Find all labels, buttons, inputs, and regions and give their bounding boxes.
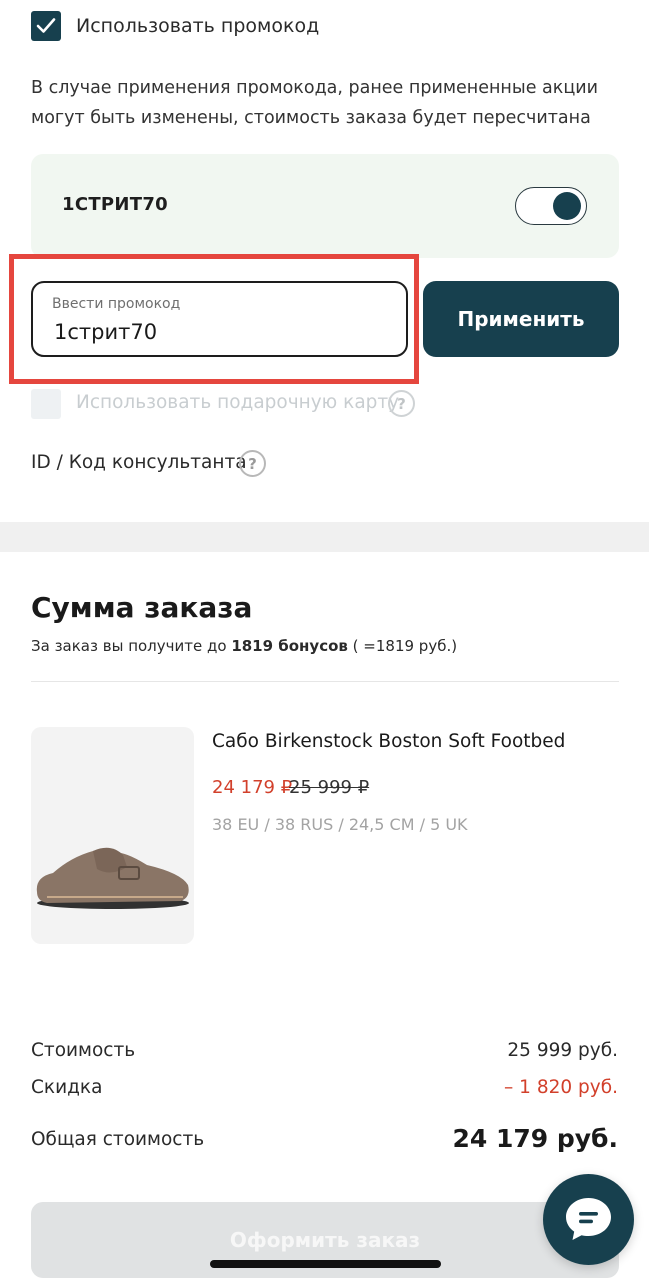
apply-promo-button[interactable]: Применить	[423, 281, 619, 357]
discount-label: Скидка	[31, 1077, 103, 1098]
product-price-old: 25 999 ₽	[289, 777, 370, 798]
discount-value: – 1 820 руб.	[504, 1077, 618, 1098]
chat-button[interactable]	[543, 1174, 634, 1265]
use-promo-checkbox[interactable]	[31, 11, 61, 41]
order-summary-title: Сумма заказа	[31, 591, 253, 624]
gift-card-help-icon[interactable]: ?	[388, 390, 415, 417]
home-indicator	[210, 1260, 441, 1268]
promo-code-input[interactable]	[54, 320, 374, 344]
toggle-knob	[553, 192, 581, 220]
bonus-info: За заказ вы получите до 1819 бонусов ( =…	[31, 637, 457, 655]
promo-code-field[interactable]: Ввести промокод	[31, 281, 408, 357]
total-value: 24 179 руб.	[452, 1124, 618, 1153]
section-divider	[0, 522, 649, 552]
gift-card-checkbox[interactable]	[31, 389, 61, 419]
use-promo-label[interactable]: Использовать промокод	[76, 15, 319, 37]
promo-note-line-2: могут быть изменены, стоимость заказа бу…	[31, 108, 591, 128]
check-icon	[36, 18, 56, 33]
applied-promo-code: 1СТРИТ70	[62, 194, 168, 215]
product-size: 38 EU / 38 RUS / 24,5 CM / 5 UK	[212, 815, 468, 834]
applied-promo-toggle[interactable]	[515, 187, 587, 225]
gift-card-label[interactable]: Использовать подарочную карту	[76, 392, 399, 413]
product-price-new: 24 179 ₽	[212, 777, 293, 798]
chat-bubble-icon	[566, 1198, 611, 1240]
promo-note-line-1: В случае применения промокода, ранее при…	[31, 78, 598, 98]
bonus-prefix: За заказ вы получите до	[31, 637, 232, 655]
product-image[interactable]	[31, 727, 194, 944]
consultant-label[interactable]: ID / Код консультанта	[31, 452, 247, 473]
promo-code-caption: Ввести промокод	[52, 296, 181, 312]
consultant-help-icon[interactable]: ?	[239, 450, 266, 477]
total-label: Общая стоимость	[31, 1129, 205, 1150]
cost-label: Стоимость	[31, 1040, 136, 1061]
cost-value: 25 999 руб.	[507, 1040, 618, 1061]
promo-note: В случае применения промокода, ранее при…	[31, 73, 621, 133]
bonus-suffix: ( =1819 руб.)	[347, 637, 458, 655]
applied-promo-card: 1СТРИТ70	[31, 154, 619, 258]
clog-shoe-icon	[36, 847, 189, 909]
product-name[interactable]: Сабо Birkenstock Boston Soft Footbed	[212, 731, 565, 752]
summary-divider	[31, 681, 619, 682]
bonus-amount: 1819 бонусов	[231, 637, 348, 655]
